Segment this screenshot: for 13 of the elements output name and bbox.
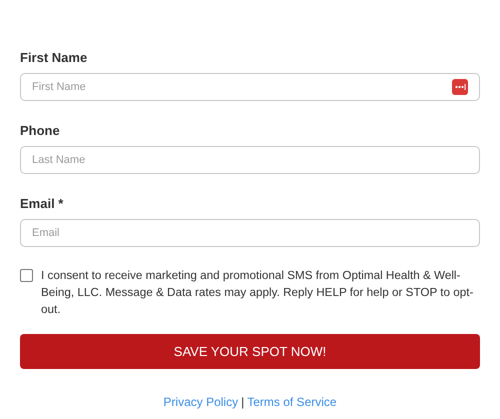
field-label: First Name <box>20 50 88 65</box>
link-separator: | <box>241 395 244 409</box>
input-field[interactable]: Email <box>20 219 480 247</box>
consent-checkbox[interactable] <box>20 269 33 282</box>
autofill-icon[interactable] <box>452 79 468 95</box>
field-label: Email * <box>20 196 64 211</box>
privacy-policy-link[interactable]: Privacy Policy <box>163 395 238 409</box>
consent-text: I consent to receive marketing and promotional SMS from Optimal Health & Well-Being, LLC. Message & Data rates may apply. Reply HELP for help or STOP to opt-out. <box>41 268 474 318</box>
input-field[interactable]: Last Name <box>20 146 480 174</box>
field-label: Phone <box>20 123 60 138</box>
input-field[interactable]: First Name <box>20 73 480 101</box>
submit-button[interactable]: SAVE YOUR SPOT NOW! <box>20 334 480 369</box>
terms-of-service-link[interactable]: Terms of Service <box>247 395 337 409</box>
